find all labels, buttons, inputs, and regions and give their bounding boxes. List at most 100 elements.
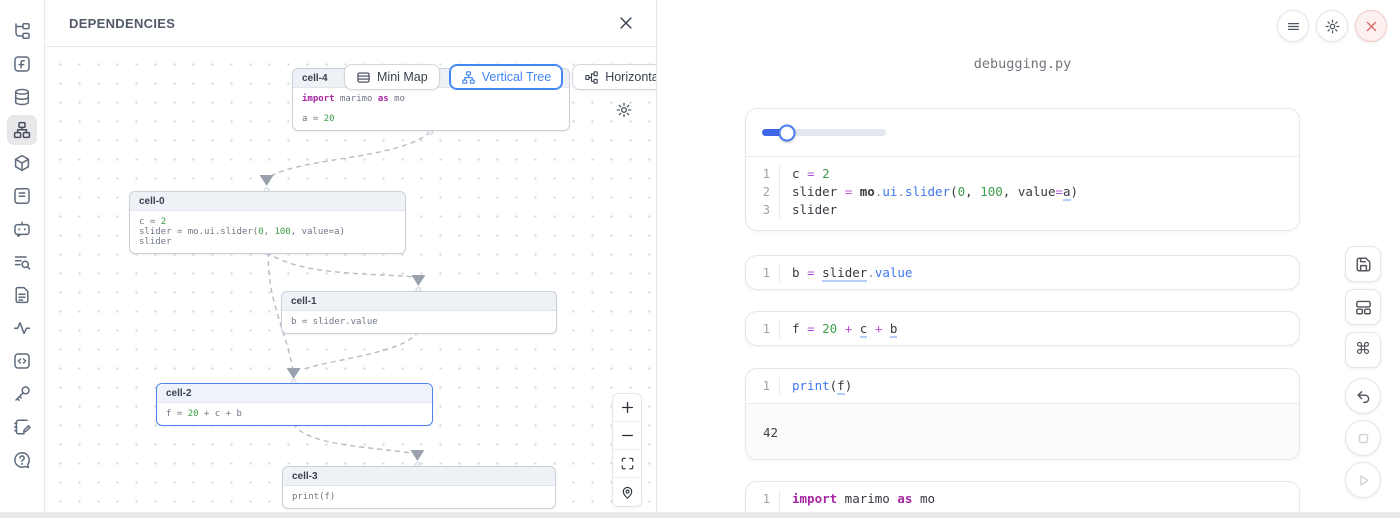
slider-thumb[interactable] xyxy=(778,124,795,141)
line-number: 1 xyxy=(746,490,780,508)
window-controls xyxy=(1277,10,1387,42)
bottom-scrollbar-strip[interactable] xyxy=(0,512,1400,518)
line-number: 1 xyxy=(746,320,780,338)
slider-track[interactable] xyxy=(762,129,886,136)
graph-node-code: b = slider.value xyxy=(282,311,556,333)
sidebar-item-function-square[interactable] xyxy=(7,49,37,79)
activity-icon xyxy=(12,318,32,338)
document-icon xyxy=(12,285,32,305)
run-button[interactable] xyxy=(1345,462,1381,498)
line-number: 1 xyxy=(746,264,780,282)
code-line[interactable]: 1print(f) xyxy=(746,377,1299,395)
zoom-out-button[interactable] xyxy=(613,422,641,450)
graph-node-cell-1[interactable]: cell-1b = slider.value xyxy=(281,291,557,334)
command-button[interactable]: ⌘ xyxy=(1345,332,1381,368)
sidebar-item-activity[interactable] xyxy=(7,313,37,343)
sidebar-item-file-tree[interactable] xyxy=(7,16,37,46)
zoom-in-button[interactable] xyxy=(613,394,641,422)
notebook-cell-print: 1print(f) 42 xyxy=(745,368,1300,460)
view-button-label: Vertical Tree xyxy=(482,70,551,84)
panel-title: DEPENDENCIES xyxy=(69,16,175,31)
sidebar-item-scroll[interactable] xyxy=(7,181,37,211)
zoom-in-icon xyxy=(620,400,635,415)
command-icon: ⌘ xyxy=(1354,341,1373,360)
scroll-icon xyxy=(12,186,32,206)
code-line[interactable]: 2slider = mo.ui.slider(0, 100, value=a) xyxy=(746,183,1299,201)
notebook-cell-b: 1b = slider.value xyxy=(745,255,1300,290)
code-text: slider = mo.ui.slider(0, 100, value=a) xyxy=(780,183,1078,201)
sidebar-item-database[interactable] xyxy=(7,82,37,112)
code-editor[interactable]: 1c = 22slider = mo.ui.slider(0, 100, val… xyxy=(746,157,1299,227)
graph-node-code: print(f) xyxy=(283,486,555,508)
graph-node-title: cell-1 xyxy=(282,292,556,311)
graph-node-title: cell-3 xyxy=(283,467,555,486)
graph-node-code: f = 20 + c + b xyxy=(157,403,432,425)
line-number: 2 xyxy=(746,183,780,201)
shutdown-x-button[interactable] xyxy=(1355,10,1387,42)
save-button[interactable] xyxy=(1345,246,1381,282)
graph-node-cell-3[interactable]: cell-3print(f) xyxy=(282,466,556,509)
shutdown-x-icon xyxy=(1363,18,1380,35)
center-selection-button[interactable] xyxy=(613,478,641,506)
cell-output: 42 xyxy=(746,403,1299,460)
settings-gear-button[interactable] xyxy=(1316,10,1348,42)
zoom-controls xyxy=(612,393,642,507)
sidebar-item-log-search[interactable] xyxy=(7,247,37,277)
code-text: c = 2 xyxy=(780,165,830,183)
sidebar-item-package[interactable] xyxy=(7,148,37,178)
dependency-graph-canvas[interactable]: cell-4import marimo as mo a = 20cell-0c … xyxy=(45,47,656,512)
app-root: DEPENDENCIES cell-4import mar xyxy=(0,0,1400,518)
undo-button[interactable] xyxy=(1345,378,1381,414)
code-text: b = slider.value xyxy=(780,264,912,282)
notebook-cell-slider: 1c = 22slider = mo.ui.slider(0, 100, val… xyxy=(745,108,1300,231)
chat-bot-icon xyxy=(12,219,32,239)
graph-node-cell-0[interactable]: cell-0c = 2slider = mo.ui.slider(0, 100,… xyxy=(129,191,406,254)
sidebar-item-dependency-graph[interactable] xyxy=(7,115,37,145)
key-icon xyxy=(12,384,32,404)
graph-node-cell-2[interactable]: cell-2f = 20 + c + b xyxy=(156,383,433,426)
sidebar-item-notebook-edit[interactable] xyxy=(7,412,37,442)
line-number: 1 xyxy=(746,377,780,395)
zoom-out-icon xyxy=(620,428,635,443)
code-line[interactable]: 1f = 20 + c + b xyxy=(746,320,1299,338)
vertical-tree-icon xyxy=(461,70,476,85)
code-line[interactable]: 1c = 2 xyxy=(746,165,1299,183)
run-icon xyxy=(1354,471,1373,490)
layout-button[interactable] xyxy=(1345,289,1381,325)
sidebar-item-key[interactable] xyxy=(7,379,37,409)
sidebar-item-document[interactable] xyxy=(7,280,37,310)
code-block-icon xyxy=(12,351,32,371)
code-text: import marimo as mo xyxy=(780,490,935,508)
code-editor[interactable]: 1print(f) xyxy=(746,369,1299,403)
close-icon[interactable] xyxy=(617,14,635,32)
view-button-vertical-tree[interactable]: Vertical Tree xyxy=(449,64,563,90)
code-line[interactable]: 1import marimo as mo xyxy=(746,490,1299,508)
graph-node-title: cell-0 xyxy=(130,192,405,211)
notebook-area: debugging.py 1c = 22slider = mo.ui.slide… xyxy=(658,0,1400,512)
graph-node-code: import marimo as mo a = 20 xyxy=(293,88,569,130)
code-line[interactable]: 1b = slider.value xyxy=(746,264,1299,282)
view-button-horizontal-tree[interactable]: Horizontal Tree xyxy=(572,64,656,90)
sidebar-item-code-block[interactable] xyxy=(7,346,37,376)
view-button-label: Mini Map xyxy=(377,70,428,84)
package-icon xyxy=(12,153,32,173)
horizontal-tree-icon xyxy=(584,70,599,85)
function-square-icon xyxy=(12,54,32,74)
notebook-action-rail: ⌘ xyxy=(1345,246,1381,498)
code-editor[interactable]: 1b = slider.value xyxy=(746,256,1299,290)
fit-view-button[interactable] xyxy=(613,450,641,478)
line-number: 1 xyxy=(746,165,780,183)
stop-button[interactable] xyxy=(1345,420,1381,456)
sidebar-item-chat-bot[interactable] xyxy=(7,214,37,244)
dependencies-panel: DEPENDENCIES cell-4import mar xyxy=(45,0,657,512)
code-line[interactable]: 3slider xyxy=(746,201,1299,219)
view-button-mini-map[interactable]: Mini Map xyxy=(344,64,440,90)
log-search-icon xyxy=(12,252,32,272)
graph-settings-icon[interactable] xyxy=(615,101,633,119)
fit-view-icon xyxy=(620,456,635,471)
slider-widget-row xyxy=(746,109,1299,157)
menu-button[interactable] xyxy=(1277,10,1309,42)
view-button-label: Horizontal Tree xyxy=(605,70,656,84)
code-editor[interactable]: 1f = 20 + c + b xyxy=(746,312,1299,346)
sidebar-item-help[interactable] xyxy=(7,445,37,475)
